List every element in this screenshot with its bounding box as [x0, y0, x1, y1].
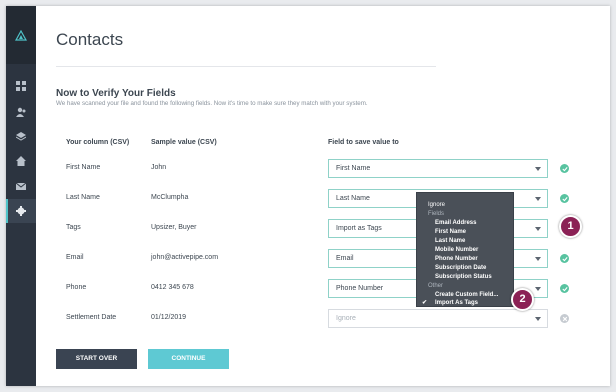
section-title: Now to Verify Your Fields: [56, 88, 176, 99]
chevron-down-icon: [535, 257, 541, 261]
x-icon: [560, 314, 569, 323]
dropdown-option-ignore[interactable]: Ignore: [428, 201, 524, 209]
field-select-value: Last Name: [336, 195, 370, 202]
row-sample-value: Upsizer, Buyer: [151, 224, 197, 231]
start-over-button[interactable]: START OVER: [56, 349, 137, 369]
row-column-name: First Name: [66, 164, 101, 171]
nav-mail[interactable]: [6, 174, 36, 198]
chevron-down-icon: [535, 227, 541, 231]
dropdown-option[interactable]: Phone Number: [435, 255, 531, 263]
dropdown-option[interactable]: Last Name: [435, 237, 531, 245]
row-column-name: Email: [66, 254, 84, 261]
header-sample-value: Sample value (CSV): [151, 139, 217, 146]
divider: [56, 66, 436, 67]
chevron-down-icon: [535, 197, 541, 201]
section-description: We have scanned your file and found the …: [56, 100, 368, 107]
nav-dashboard[interactable]: [6, 74, 36, 98]
field-select-value: First Name: [336, 165, 371, 172]
grid-icon: [16, 81, 26, 91]
check-icon: [560, 194, 569, 203]
contacts-icon: [16, 107, 26, 117]
field-select-value: Ignore: [336, 315, 356, 322]
gear-icon: [16, 206, 26, 216]
step-badge-1: 1: [559, 215, 582, 238]
row-sample-value: John: [151, 164, 167, 171]
logo-icon: [15, 30, 27, 41]
app-window: Contacts Now to Verify Your Fields We ha…: [6, 6, 610, 386]
field-select-value: Phone Number: [336, 285, 384, 292]
checkmark-icon: ✔: [422, 300, 428, 306]
logo: [6, 6, 36, 64]
page-title: Contacts: [56, 30, 124, 49]
header-your-column: Your column (CSV): [66, 139, 130, 146]
chevron-down-icon: [535, 317, 541, 321]
nav-home[interactable]: [6, 149, 36, 173]
dropdown-option-label: Import As Tags: [435, 300, 479, 306]
field-select[interactable]: First Name: [328, 159, 548, 178]
field-select-value: Import as Tags: [336, 225, 382, 232]
dropdown-option[interactable]: Email Address: [435, 219, 531, 227]
check-icon: [560, 164, 569, 173]
check-icon: [560, 254, 569, 263]
dropdown-group-fields: Fields: [428, 211, 445, 217]
main-content: Contacts Now to Verify Your Fields We ha…: [36, 6, 610, 386]
mail-icon: [16, 182, 26, 190]
row-sample-value: 01/12/2019: [151, 314, 187, 321]
row-sample-value: john@activepipe.com: [151, 254, 219, 261]
step-badge-2: 2: [511, 288, 534, 311]
dropdown-option[interactable]: Mobile Number: [435, 246, 531, 254]
dropdown-option[interactable]: Subscription Date: [435, 264, 531, 272]
sidebar: [6, 6, 36, 386]
check-icon: [560, 284, 569, 293]
chevron-down-icon: [535, 167, 541, 171]
dropdown-group-other: Other: [428, 283, 444, 289]
row-sample-value: 0412 345 678: [151, 284, 194, 291]
field-dropdown-menu: Ignore Fields Email Address First Name L…: [416, 192, 514, 307]
header-field-to-save: Field to save value to: [328, 139, 399, 146]
field-select[interactable]: Ignore: [328, 309, 548, 328]
dropdown-option[interactable]: Subscription Status: [435, 273, 531, 281]
chevron-down-icon: [535, 287, 541, 291]
nav-contacts[interactable]: [6, 100, 36, 124]
dropdown-option[interactable]: First Name: [435, 228, 531, 236]
row-column-name: Last Name: [66, 194, 100, 201]
layers-icon: [16, 132, 26, 141]
nav-settings[interactable]: [6, 199, 36, 223]
row-column-name: Phone: [66, 284, 87, 291]
row-column-name: Tags: [66, 224, 81, 231]
nav-layers[interactable]: [6, 124, 36, 148]
home-icon: [16, 156, 26, 166]
row-sample-value: McClumpha: [151, 194, 189, 201]
continue-button[interactable]: CONTINUE: [148, 349, 229, 369]
row-column-name: Settlement Date: [66, 314, 117, 321]
field-select-value: Email: [336, 255, 354, 262]
